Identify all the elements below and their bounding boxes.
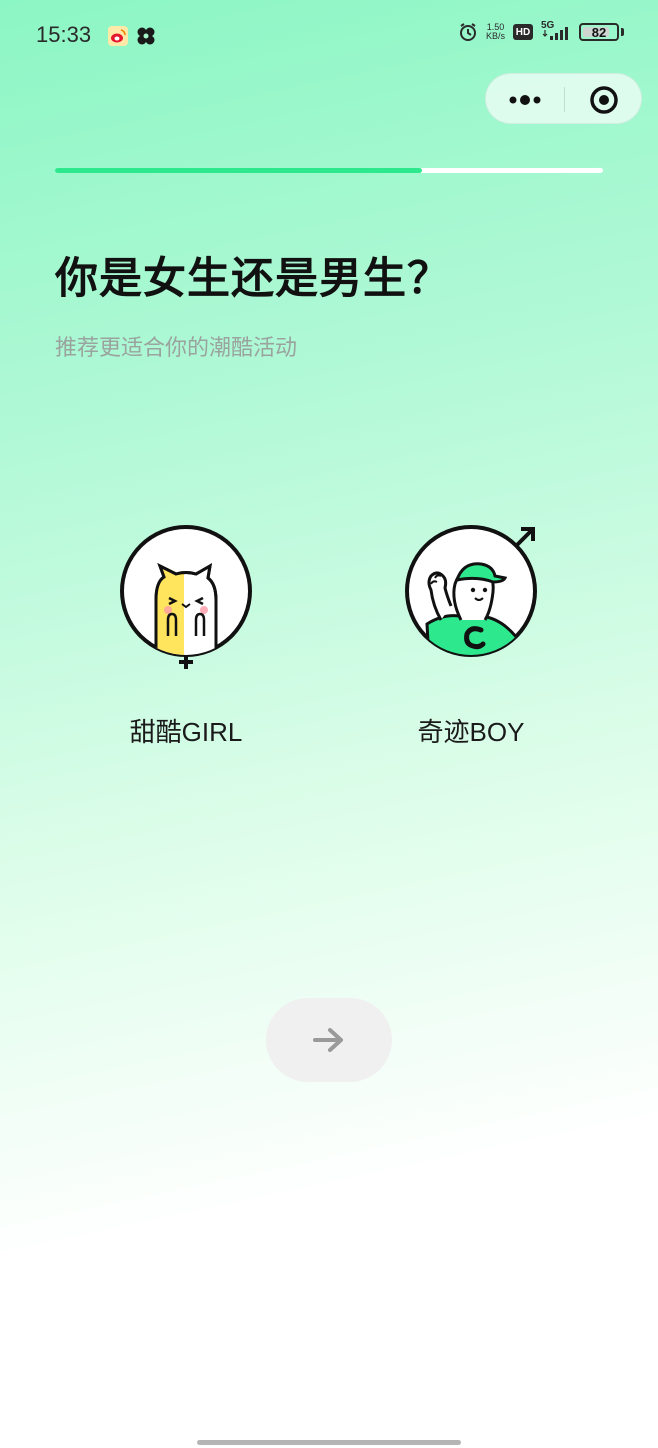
battery-cap — [621, 28, 624, 36]
battery-icon: 82 — [579, 23, 619, 41]
miniprogram-capsule — [485, 73, 642, 124]
close-button[interactable] — [565, 74, 643, 125]
home-indicator — [197, 1440, 461, 1445]
option-girl[interactable]: 甜酷GIRL — [96, 520, 276, 750]
hd-badge: HD — [513, 24, 533, 40]
option-boy-label: 奇迹BOY — [417, 717, 525, 747]
progress-track — [55, 168, 603, 173]
more-dots-icon — [509, 94, 541, 105]
status-time: 15:33 — [36, 22, 92, 47]
more-button[interactable] — [486, 74, 564, 125]
status-bar: 15:33 1.50 KB/s HD 5G 82 — [0, 0, 658, 72]
next-button[interactable] — [266, 998, 392, 1082]
option-boy[interactable]: 奇迹BOY — [381, 520, 561, 750]
flower-icon — [137, 27, 155, 45]
signal-icon: 5G — [541, 20, 571, 42]
cat-avatar-female-icon — [120, 525, 252, 669]
target-circle-icon — [590, 85, 618, 114]
progress-fill — [55, 168, 423, 173]
net-speed: 1.50 KB/s — [486, 23, 505, 41]
option-girl-label: 甜酷GIRL — [129, 717, 243, 747]
page-title: 你是女生还是男生？ — [55, 254, 451, 304]
weibo-icon — [108, 26, 128, 46]
status-icons: 1.50 KB/s HD 5G 82 — [458, 20, 624, 42]
net-speed-unit: KB/s — [485, 31, 505, 41]
page-subtitle: 推荐更适合你的潮酷活动 — [55, 336, 298, 361]
waving-character-male-icon — [405, 525, 537, 657]
battery-level: 82 — [591, 24, 607, 40]
arrow-right-icon — [313, 1028, 343, 1052]
alarm-icon — [459, 23, 476, 41]
